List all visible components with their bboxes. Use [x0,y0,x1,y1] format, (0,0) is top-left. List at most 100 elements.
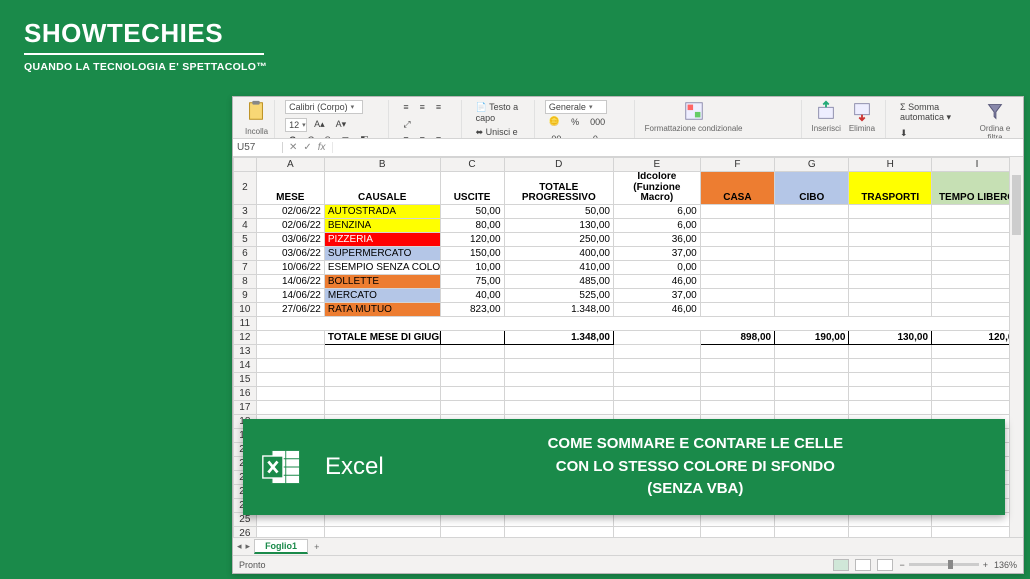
decrease-font-icon[interactable]: A▾ [332,117,351,132]
cell-date[interactable]: 10/06/22 [256,260,324,274]
orientation-icon[interactable]: ⤢ [399,117,414,132]
paste-icon[interactable] [245,100,267,122]
zoom-percent[interactable]: 136% [994,560,1017,570]
zoom-out-icon[interactable]: − [899,560,904,570]
zoom-in-icon[interactable]: + [983,560,988,570]
cell-uscite[interactable]: 50,00 [440,204,504,218]
row-header[interactable]: 17 [234,400,257,414]
cell-totale-progressivo[interactable]: 525,00 [504,288,613,302]
row-header[interactable]: 3 [234,204,257,218]
merge-center-button[interactable]: ⬌ Unisci e centra ▾ [472,125,528,139]
percent-icon[interactable]: % [567,115,583,129]
total-cibo[interactable]: 190,00 [775,330,849,344]
col-header[interactable]: H [849,158,932,172]
view-layout-button[interactable] [855,559,871,571]
align-right-icon[interactable]: ≡ [432,132,445,139]
cell-uscite[interactable]: 120,00 [440,232,504,246]
cell-idcolore[interactable]: 6,00 [614,204,701,218]
cell-causale[interactable]: MERCATO [324,288,440,302]
delete-cells-icon[interactable] [851,100,873,122]
align-center-icon[interactable]: ≡ [416,132,429,139]
cell-totale-progressivo[interactable]: 1.348,00 [504,302,613,316]
hdr-mese[interactable]: MESE [256,172,324,205]
cancel-icon[interactable]: ✕ [289,142,297,153]
hdr-idcolore[interactable]: Idcolore (Funzione Macro) [614,172,701,205]
align-top-icon[interactable]: ≡ [399,100,412,114]
cell-totale-progressivo[interactable]: 130,00 [504,218,613,232]
cell-totale-progressivo[interactable]: 410,00 [504,260,613,274]
row-header[interactable]: 14 [234,358,257,372]
cell-totale-progressivo[interactable]: 485,00 [504,274,613,288]
cell-uscite[interactable]: 823,00 [440,302,504,316]
total-progressivo[interactable]: 1.348,00 [504,330,613,344]
row-header[interactable]: 6 [234,246,257,260]
col-header[interactable]: F [700,158,774,172]
cell-causale[interactable]: RATA MUTUO [324,302,440,316]
cell-date[interactable]: 03/06/22 [256,246,324,260]
tab-next-icon[interactable]: ▸ [246,541,251,552]
row-header[interactable]: 7 [234,260,257,274]
col-header[interactable]: D [504,158,613,172]
insert-cells-icon[interactable] [815,100,837,122]
fill-button[interactable]: ⬇ Riempimento ▾ [896,126,963,139]
cell-totale-progressivo[interactable]: 50,00 [504,204,613,218]
col-header[interactable]: A [256,158,324,172]
select-all-corner[interactable] [234,158,257,172]
cell-idcolore[interactable]: 46,00 [614,274,701,288]
hdr-totprog[interactable]: TOTALE PROGRESSIVO [504,172,613,205]
sort-filter-icon[interactable] [984,100,1006,122]
cell-idcolore[interactable]: 0,00 [614,260,701,274]
cell-uscite[interactable]: 75,00 [440,274,504,288]
vertical-scrollbar[interactable] [1009,157,1023,537]
row-header[interactable]: 15 [234,372,257,386]
cell-totale-progressivo[interactable]: 400,00 [504,246,613,260]
cell-idcolore[interactable]: 37,00 [614,288,701,302]
tab-prev-icon[interactable]: ◂ [237,541,242,552]
horizontal-scrollbar[interactable] [325,540,1023,554]
cell-date[interactable]: 02/06/22 [256,218,324,232]
cell-date[interactable]: 27/06/22 [256,302,324,316]
name-box[interactable]: U57 [233,142,283,153]
zoom-slider[interactable]: − + [899,560,988,570]
cell-causale[interactable]: ESEMPIO SENZA COLORE [324,260,440,274]
align-bot-icon[interactable]: ≡ [432,100,445,114]
row-header[interactable]: 8 [234,274,257,288]
font-family-dropdown[interactable]: Calibri (Corpo) [285,100,363,114]
hdr-trasporti[interactable]: TRASPORTI [849,172,932,205]
view-normal-button[interactable] [833,559,849,571]
increase-font-icon[interactable]: A▴ [310,117,329,132]
row-header[interactable]: 9 [234,288,257,302]
add-sheet-button[interactable]: + [308,542,325,552]
spreadsheet-grid[interactable]: A B C D E F G H I 2 MESE CAUSALE USCITE … [233,157,1023,537]
col-header[interactable]: C [440,158,504,172]
align-left-icon[interactable]: ≡ [399,132,412,139]
cell-date[interactable]: 02/06/22 [256,204,324,218]
fill-color-icon[interactable]: ◧ [356,132,373,139]
fx-icon[interactable]: fx [318,142,326,153]
cell-causale[interactable]: BENZINA [324,218,440,232]
confirm-icon[interactable]: ✓ [303,142,311,153]
autosum-button[interactable]: Σ Somma automatica ▾ [896,100,963,125]
total-casa[interactable]: 898,00 [700,330,774,344]
row-header[interactable]: 10 [234,302,257,316]
sheet-tab-active[interactable]: Foglio1 [254,539,308,554]
align-mid-icon[interactable]: ≡ [416,100,429,114]
cell-idcolore[interactable]: 36,00 [614,232,701,246]
font-size-dropdown[interactable]: 12 [285,118,307,132]
row-header[interactable]: 2 [234,172,257,205]
currency-icon[interactable]: 🪙 [545,114,564,129]
cond-format-icon[interactable] [683,100,705,122]
number-format-dropdown[interactable]: Generale [545,100,607,114]
cell-causale[interactable]: SUPERMERCATO [324,246,440,260]
total-label[interactable]: TOTALE MESE DI GIUGNO 2022 [324,330,440,344]
cell-date[interactable]: 14/06/22 [256,288,324,302]
cell-idcolore[interactable]: 37,00 [614,246,701,260]
cell-causale[interactable]: PIZZERIA [324,232,440,246]
cell-totale-progressivo[interactable]: 250,00 [504,232,613,246]
cell-causale[interactable]: BOLLETTE [324,274,440,288]
cell-uscite[interactable]: 10,00 [440,260,504,274]
cell-idcolore[interactable]: 6,00 [614,218,701,232]
cell-uscite[interactable]: 150,00 [440,246,504,260]
cell-causale[interactable]: AUTOSTRADA [324,204,440,218]
comma-icon[interactable]: 000 [586,115,609,129]
